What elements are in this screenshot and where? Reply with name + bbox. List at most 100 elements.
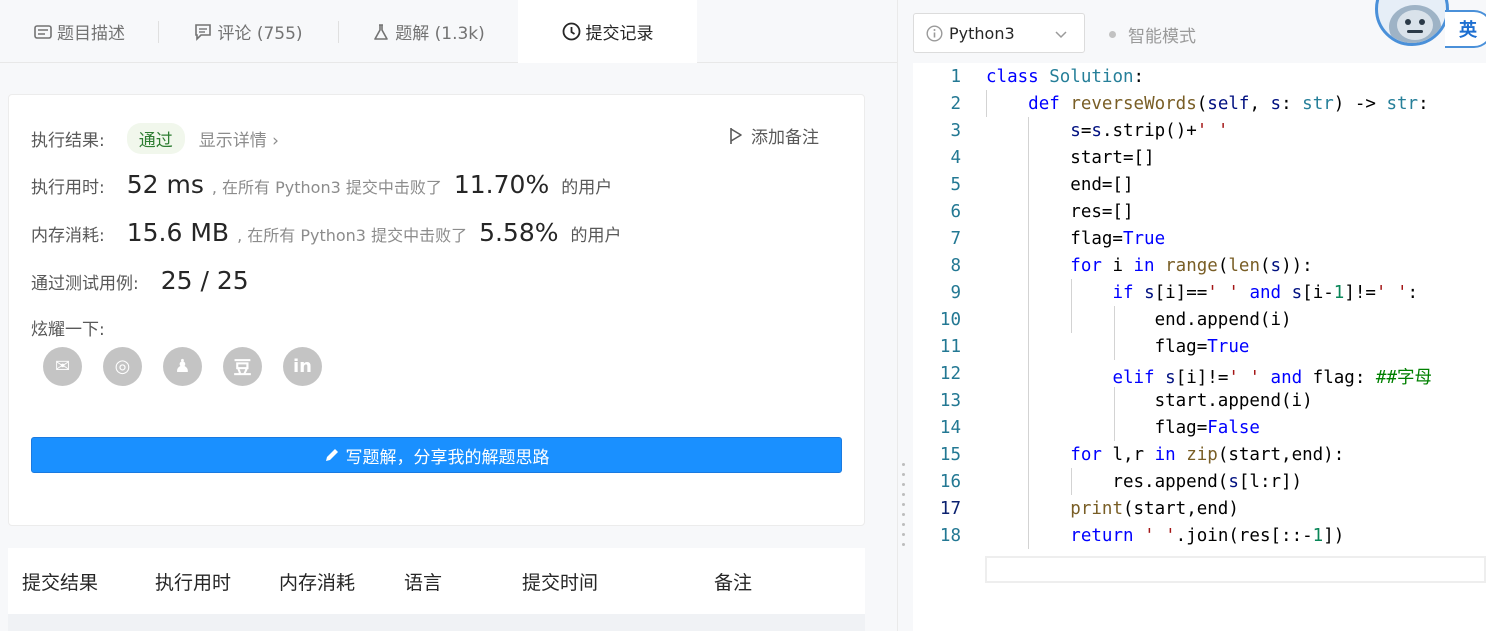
- exec-result-label: 执行结果:: [31, 131, 105, 151]
- runtime-value: 52 ms: [126, 170, 204, 199]
- linkedin-icon[interactable]: in: [283, 347, 322, 386]
- tab-solutions[interactable]: 题解 (1.3k): [338, 0, 518, 63]
- line-number: 1: [950, 67, 961, 87]
- code-line: start.append(i): [986, 391, 1313, 411]
- tab-submissions[interactable]: 提交记录: [518, 0, 697, 63]
- code-line: s=s.strip()+' ': [1070, 121, 1229, 141]
- code-line: end.append(i): [986, 310, 1292, 330]
- line-number: 9: [950, 283, 961, 303]
- tab-label: 题目描述: [57, 24, 125, 44]
- flask-icon: [371, 22, 391, 42]
- runtime-desc: , 在所有 Python3 提交中击败了: [211, 178, 442, 197]
- line-number: 4: [950, 148, 961, 168]
- memory-desc: , 在所有 Python3 提交中击败了: [237, 226, 468, 245]
- col-runtime[interactable]: 执行用时: [155, 568, 231, 595]
- code-line: print(start,end): [1070, 499, 1239, 519]
- status-badge: 通过: [126, 123, 185, 154]
- ime-indicator[interactable]: 英: [1445, 10, 1486, 48]
- editor-toolbar: Python3 智能模式 英: [913, 0, 1486, 63]
- memory-row: 内存消耗: 15.6 MB , 在所有 Python3 提交中击败了 5.58%…: [31, 218, 622, 247]
- tab-bar: 题目描述 评论 (755) 题解 (1.3k) 提交记录: [0, 0, 897, 63]
- comment-icon: [193, 22, 213, 42]
- code-line: res=[]: [986, 202, 1134, 222]
- flag-icon: [729, 127, 743, 145]
- drag-handle-icon[interactable]: [902, 463, 906, 546]
- code-line: start=[]: [986, 148, 1155, 168]
- line-number: 13: [939, 391, 961, 411]
- language-select[interactable]: Python3: [913, 13, 1085, 53]
- tab-comments[interactable]: 评论 (755): [158, 0, 338, 63]
- code-line: end=[]: [986, 175, 1134, 195]
- line-number: 2: [950, 94, 961, 114]
- memory-label: 内存消耗:: [31, 226, 105, 246]
- tab-label: 题解 (1.3k): [395, 24, 485, 44]
- line-number: 10: [939, 310, 961, 330]
- description-icon: [33, 22, 53, 42]
- write-solution-button[interactable]: 写题解，分享我的解题思路: [31, 437, 842, 473]
- tests-label: 通过测试用例:: [31, 274, 139, 294]
- line-number: 11: [939, 337, 961, 357]
- douban-icon[interactable]: 豆: [223, 347, 262, 386]
- current-line-highlight: [985, 556, 1486, 583]
- share-icons: ✉ ◎ ♟ 豆 in: [43, 347, 322, 386]
- table-row: [8, 614, 865, 631]
- smart-mode-toggle[interactable]: 智能模式: [1109, 22, 1196, 47]
- code-line: return ' '.join(res[::-1]): [1070, 526, 1345, 546]
- show-detail-link[interactable]: 显示详情 ›: [199, 126, 279, 151]
- memory-suffix: 的用户: [570, 226, 622, 246]
- qq-icon[interactable]: ♟: [163, 347, 202, 386]
- runtime-suffix: 的用户: [561, 178, 613, 198]
- line-number: 8: [950, 256, 961, 276]
- code-line: elif s[i]!=' ' and flag: ##字母: [1112, 368, 1432, 388]
- avatar[interactable]: [1375, 0, 1449, 46]
- chevron-down-icon: [1054, 26, 1068, 45]
- write-solution-label: 写题解，分享我的解题思路: [345, 447, 550, 468]
- code-panel: Python3 智能模式 英 1 2 3 4 5 6 7 8 9 10 11 1…: [913, 0, 1486, 631]
- runtime-percent: 11.70%: [453, 170, 550, 199]
- runtime-row: 执行用时: 52 ms , 在所有 Python3 提交中击败了 11.70% …: [31, 170, 612, 199]
- submissions-table-header: 提交结果 执行用时 内存消耗 语言 提交时间 备注: [8, 548, 865, 614]
- runtime-label: 执行用时:: [31, 178, 105, 198]
- tab-description[interactable]: 题目描述: [0, 0, 158, 63]
- result-row: 执行结果: 通过 显示详情 ›: [31, 123, 279, 154]
- col-language[interactable]: 语言: [404, 568, 442, 595]
- line-number: 3: [950, 121, 961, 141]
- code-line: flag=True: [986, 229, 1166, 249]
- code-line: for i in range(len(s)):: [1070, 256, 1313, 276]
- add-note-label: 添加备注: [751, 128, 819, 148]
- line-number: 15: [939, 445, 961, 465]
- weibo-icon[interactable]: ◎: [103, 347, 142, 386]
- line-number: 16: [939, 472, 961, 492]
- col-memory[interactable]: 内存消耗: [279, 568, 355, 595]
- code-line: def reverseWords(self, s: str) -> str:: [1028, 94, 1429, 114]
- info-icon: [926, 24, 943, 42]
- col-time[interactable]: 提交时间: [522, 568, 598, 595]
- submission-panel: 题目描述 评论 (755) 题解 (1.3k) 提交记录 执行结果: 通过 显示…: [0, 0, 897, 631]
- line-number: 5: [950, 175, 961, 195]
- pencil-icon: [325, 449, 338, 461]
- tab-label: 评论 (755): [217, 24, 303, 44]
- col-result[interactable]: 提交结果: [22, 568, 98, 595]
- line-number: 6: [950, 202, 961, 222]
- code-line: if s[i]==' ' and s[i-1]!=' ':: [1112, 283, 1419, 303]
- tests-value: 25 / 25: [160, 266, 249, 295]
- line-number: 12: [939, 364, 961, 384]
- memory-value: 15.6 MB: [126, 218, 230, 247]
- mode-dot-icon: [1109, 31, 1116, 38]
- code-line: flag=True: [986, 337, 1250, 357]
- tests-row: 通过测试用例: 25 / 25: [31, 266, 259, 295]
- code-line: res.append(s[l:r]): [986, 472, 1303, 492]
- add-note-button[interactable]: 添加备注: [729, 123, 819, 148]
- tab-label: 提交记录: [585, 23, 654, 44]
- wechat-icon[interactable]: ✉: [43, 347, 82, 386]
- code-editor[interactable]: 1 2 3 4 5 6 7 8 9 10 11 12 13 14 15 16 1…: [913, 63, 1486, 631]
- line-number: 14: [939, 418, 961, 438]
- language-value: Python3: [949, 23, 1015, 43]
- share-label: 炫耀一下:: [31, 320, 105, 340]
- line-number: 18: [939, 526, 961, 546]
- code-line: for l,r in zip(start,end):: [1070, 445, 1345, 465]
- smart-mode-label: 智能模式: [1128, 27, 1196, 47]
- line-number: 17: [939, 499, 961, 519]
- col-note[interactable]: 备注: [714, 568, 752, 595]
- memory-percent: 5.58%: [479, 218, 559, 247]
